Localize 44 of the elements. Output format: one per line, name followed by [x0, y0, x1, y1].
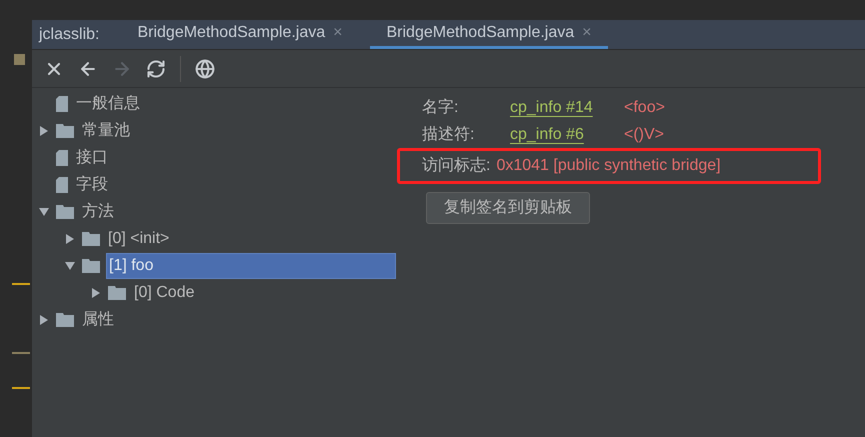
- file-icon: [56, 96, 68, 112]
- tab-label: BridgeMethodSample.java: [386, 23, 574, 43]
- tab-label: BridgeMethodSample.java: [137, 23, 326, 43]
- tree-item[interactable]: [1] foo: [106, 252, 396, 278]
- folder-icon: [56, 124, 74, 138]
- tree-item[interactable]: 字段: [74, 172, 110, 196]
- tree-item[interactable]: [0] Code: [132, 280, 196, 304]
- caret-icon[interactable]: [65, 234, 75, 244]
- tree-item[interactable]: 方法: [80, 200, 116, 224]
- caret-icon[interactable]: [39, 206, 49, 216]
- caret-icon[interactable]: [65, 260, 75, 270]
- field-label: 访问标志:: [422, 156, 490, 176]
- field-value: <()V>: [624, 124, 664, 144]
- cp-info-link[interactable]: cp_info #14: [510, 96, 624, 120]
- file-icon: [56, 176, 68, 192]
- gutter-marker: [14, 54, 25, 65]
- tree-item[interactable]: 属性: [80, 308, 116, 332]
- caret-icon[interactable]: [39, 126, 49, 136]
- globe-icon[interactable]: [195, 58, 215, 78]
- refresh-icon[interactable]: [146, 58, 166, 78]
- editor-tab[interactable]: BridgeMethodSample.java ×: [121, 20, 358, 49]
- gutter-marker: [12, 283, 30, 285]
- tree-item[interactable]: 接口: [74, 146, 110, 170]
- cp-info-link[interactable]: cp_info #6: [510, 122, 624, 146]
- field-value: 0x1041 [public synthetic bridge]: [496, 156, 721, 176]
- folder-icon: [82, 232, 100, 246]
- folder-icon: [108, 286, 126, 300]
- copy-signature-button[interactable]: 复制签名到剪贴板: [426, 192, 590, 224]
- tree-item[interactable]: [0] <init>: [106, 226, 172, 250]
- gutter-marker: [12, 387, 30, 389]
- gutter-marker: [12, 352, 30, 354]
- editor-tab[interactable]: BridgeMethodSample.java ×: [370, 20, 608, 49]
- folder-icon: [82, 258, 100, 272]
- folder-icon: [56, 312, 74, 326]
- field-value: <foo>: [624, 98, 665, 118]
- file-icon: [56, 150, 68, 166]
- caret-icon[interactable]: [91, 288, 101, 298]
- caret-icon[interactable]: [39, 314, 49, 324]
- tree-item[interactable]: 常量池: [80, 118, 132, 142]
- field-label: 名字:: [422, 98, 460, 118]
- tab-bar-title: jclasslib:: [38, 24, 100, 44]
- folder-icon: [56, 204, 74, 218]
- tree-item[interactable]: 一般信息: [74, 92, 142, 116]
- field-label: 描述符:: [422, 124, 476, 144]
